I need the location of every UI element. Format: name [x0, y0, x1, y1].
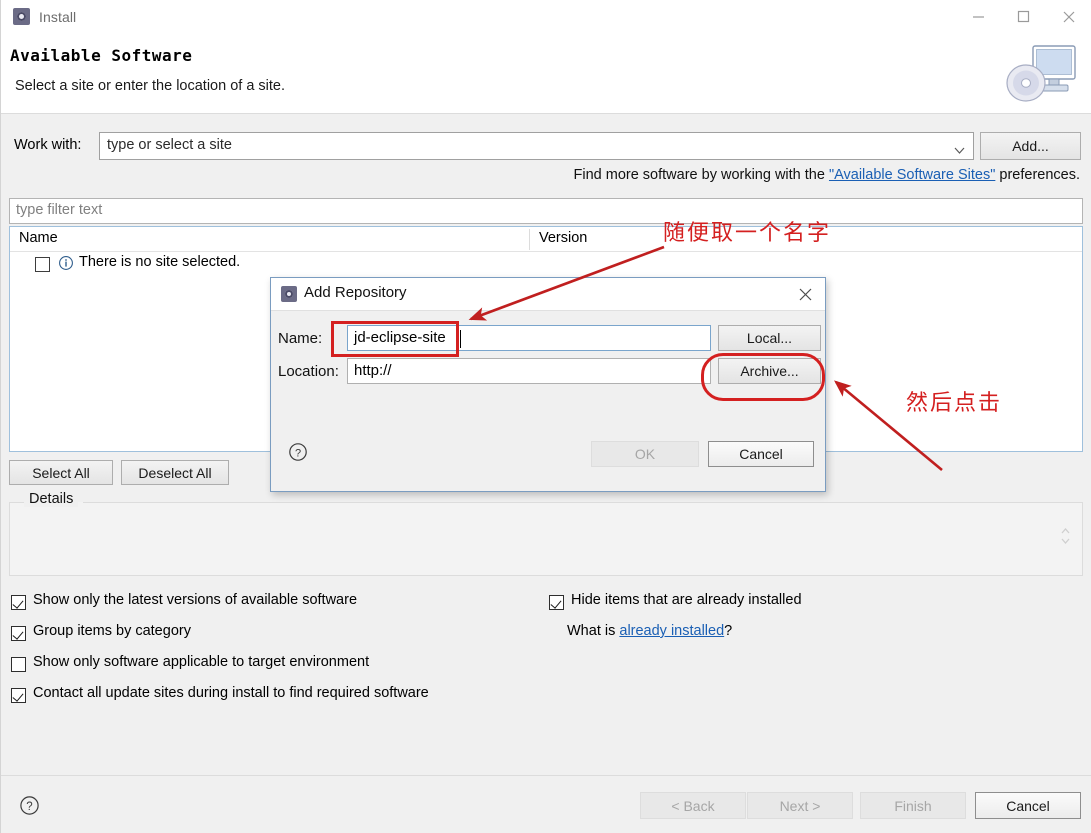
name-input[interactable]: jd-eclipse-site: [347, 325, 711, 351]
back-button[interactable]: < Back: [640, 792, 746, 819]
name-label: Name:: [278, 330, 323, 347]
dialog-titlebar: Add Repository: [271, 278, 825, 310]
select-all-button[interactable]: Select All: [9, 460, 113, 485]
text-caret: [460, 330, 461, 348]
window-title: Install: [39, 8, 77, 25]
work-with-row: Work with: type or select a site Add...: [1, 132, 1091, 160]
table-header: Name Version: [10, 227, 1082, 252]
minimize-icon[interactable]: [956, 0, 1001, 33]
spinner-up-down-icon[interactable]: [1059, 524, 1072, 548]
eclipse-icon: [13, 8, 30, 25]
work-with-combo[interactable]: type or select a site: [99, 132, 974, 160]
help-icon[interactable]: ?: [288, 442, 308, 462]
options-right-column: Hide items that are already installed Wh…: [549, 592, 999, 654]
location-label: Location:: [278, 363, 339, 380]
option-label: Show only the latest versions of availab…: [33, 592, 358, 608]
checkbox-group-by-category[interactable]: [11, 626, 26, 641]
close-icon[interactable]: [793, 283, 817, 305]
window-titlebar: Install: [1, 0, 1091, 33]
deselect-all-button[interactable]: Deselect All: [121, 460, 229, 485]
info-icon: [58, 255, 74, 271]
details-panel: Details: [9, 491, 1083, 576]
window-controls: [956, 0, 1091, 33]
install-wizard-window: Install Available Software Select a site…: [0, 0, 1091, 833]
checkbox-contact-all-sites[interactable]: [11, 688, 26, 703]
wizard-header: Available Software Select a site or ente…: [1, 33, 1091, 114]
option-label: Group items by category: [33, 623, 191, 639]
name-value: jd-eclipse-site: [354, 329, 446, 346]
add-button[interactable]: Add...: [980, 132, 1081, 160]
eclipse-icon: [281, 286, 297, 302]
chevron-down-icon[interactable]: [954, 142, 965, 154]
next-button[interactable]: Next >: [747, 792, 853, 819]
option-group-by-category[interactable]: Group items by category: [11, 623, 531, 654]
close-icon[interactable]: [1046, 0, 1091, 33]
column-header-version[interactable]: Version: [539, 230, 587, 246]
column-divider: [529, 229, 530, 250]
already-installed-link[interactable]: already installed: [619, 623, 724, 639]
options-left-column: Show only the latest versions of availab…: [11, 592, 531, 716]
filter-placeholder: type filter text: [16, 202, 103, 218]
hint-suffix: preferences.: [995, 167, 1080, 183]
checkbox-latest-versions[interactable]: [11, 595, 26, 610]
add-repository-dialog: Add Repository Name: jd-eclipse-site Loc…: [270, 277, 826, 492]
what-is-installed-row: What is already installed?: [549, 623, 999, 654]
finish-button[interactable]: Finish: [860, 792, 966, 819]
software-sites-hint: Find more software by working with the "…: [574, 167, 1081, 183]
what-is-suffix: ?: [724, 623, 733, 639]
checkbox-target-environment[interactable]: [11, 657, 26, 672]
filter-input[interactable]: type filter text: [9, 198, 1083, 224]
work-with-label: Work with:: [14, 137, 82, 153]
checkbox-hide-installed[interactable]: [549, 595, 564, 610]
row-checkbox[interactable]: [35, 257, 50, 272]
page-title: Available Software: [10, 46, 193, 65]
work-with-value: type or select a site: [107, 137, 232, 153]
what-is-prefix: What is: [567, 623, 620, 639]
svg-text:?: ?: [26, 801, 32, 813]
location-input[interactable]: http://: [347, 358, 711, 384]
details-label: Details: [24, 491, 79, 507]
option-contact-all-sites[interactable]: Contact all update sites during install …: [11, 685, 531, 716]
svg-text:?: ?: [295, 447, 301, 459]
available-software-sites-link[interactable]: "Available Software Sites": [829, 167, 995, 183]
option-label: Show only software applicable to target …: [33, 654, 370, 670]
local-button[interactable]: Local...: [718, 325, 821, 351]
computer-disc-icon: [999, 36, 1087, 110]
table-row[interactable]: There is no site selected.: [10, 252, 1082, 278]
ok-button[interactable]: OK: [591, 441, 699, 467]
option-hide-installed[interactable]: Hide items that are already installed: [549, 592, 999, 623]
archive-button[interactable]: Archive...: [718, 358, 821, 384]
hint-prefix: Find more software by working with the: [573, 167, 829, 183]
dialog-title: Add Repository: [304, 284, 407, 301]
option-latest-versions[interactable]: Show only the latest versions of availab…: [11, 592, 531, 623]
page-subtitle: Select a site or enter the location of a…: [15, 78, 286, 94]
option-target-environment[interactable]: Show only software applicable to target …: [11, 654, 531, 685]
option-label: Contact all update sites during install …: [33, 685, 429, 701]
location-value: http://: [354, 362, 392, 379]
dialog-cancel-button[interactable]: Cancel: [708, 441, 814, 467]
cancel-button[interactable]: Cancel: [975, 792, 1081, 819]
option-label: Hide items that are already installed: [571, 592, 802, 608]
wizard-footer: ? < Back Next > Finish Cancel: [1, 775, 1091, 833]
maximize-icon[interactable]: [1001, 0, 1046, 33]
help-icon[interactable]: ?: [19, 795, 40, 816]
column-header-name[interactable]: Name: [19, 230, 58, 246]
row-label: There is no site selected.: [79, 254, 241, 270]
what-is-installed-text: What is already installed?: [567, 623, 732, 639]
